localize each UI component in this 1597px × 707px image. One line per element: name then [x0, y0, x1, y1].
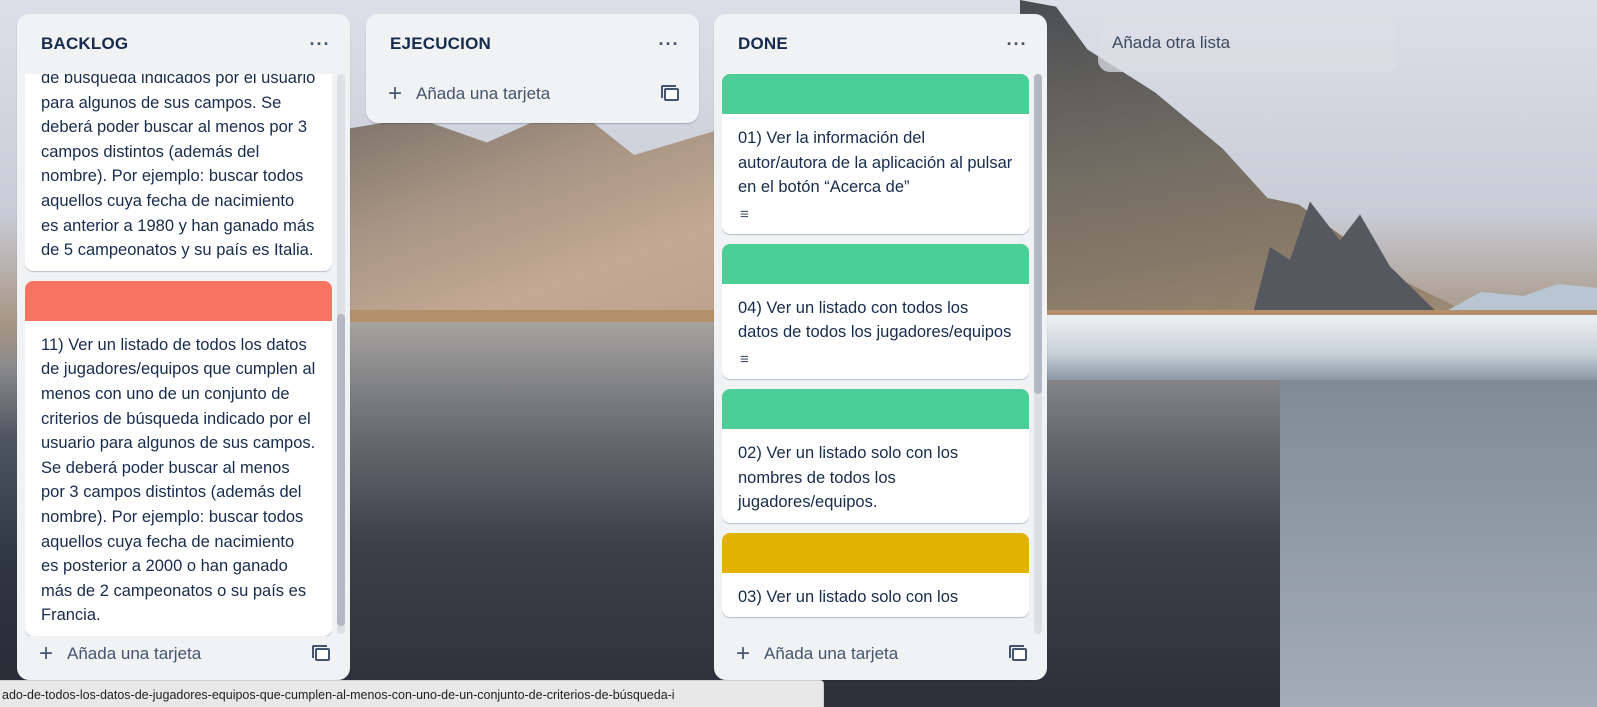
card[interactable]: 02) Ver un listado solo con los nombres … [722, 388, 1029, 523]
list-header: BACKLOG ··· [17, 14, 350, 74]
card-cover [25, 280, 332, 321]
card-title: de búsqueda indicados por el usuario par… [41, 74, 316, 260]
status-bar-url: ado-de-todos-los-datos-de-jugadores-equi… [0, 680, 824, 707]
card-title: 02) Ver un listado solo con los nombres … [738, 443, 959, 512]
card-cover [722, 532, 1029, 573]
add-card-label: Añada una tarjeta [764, 644, 899, 663]
list-backlog: BACKLOG ··· de búsqueda indicados por el… [17, 14, 350, 680]
card-template-icon[interactable] [1009, 645, 1029, 663]
card-template-icon[interactable] [312, 645, 332, 663]
more-dots-icon[interactable]: ··· [1001, 28, 1033, 60]
card[interactable]: 03) Ver un listado solo con los [722, 532, 1029, 618]
more-dots-icon[interactable]: ··· [304, 28, 336, 60]
plus-icon: + [38, 640, 53, 667]
scroll-thumb[interactable] [337, 314, 345, 626]
card-list: 01) Ver la información del autor/autora … [722, 74, 1029, 636]
card[interactable]: 01) Ver la información del autor/autora … [722, 74, 1029, 234]
card-cover [722, 243, 1029, 284]
list-title[interactable]: BACKLOG [41, 34, 128, 54]
scroll-thumb[interactable] [1034, 74, 1042, 394]
card-title: 04) Ver un listado con todos los datos d… [738, 298, 1012, 342]
add-card-button[interactable]: + Añada una tarjeta [374, 76, 691, 112]
add-card-button[interactable]: + Añada una tarjeta [722, 636, 1039, 672]
add-list-button[interactable]: Añada otra lista [1098, 14, 1397, 72]
card-list: de búsqueda indicados por el usuario par… [25, 74, 332, 636]
more-dots-icon[interactable]: ··· [653, 28, 685, 60]
description-lines-icon: ≡ [740, 205, 749, 223]
card[interactable]: 04) Ver un listado con todos los datos d… [722, 243, 1029, 379]
list-header: DONE ··· [714, 14, 1047, 74]
card-cover [722, 388, 1029, 429]
card-title: 01) Ver la información del autor/autora … [738, 129, 1013, 197]
list-done: DONE ··· 01) Ver la información del auto… [714, 14, 1047, 680]
description-lines-icon: ≡ [740, 350, 749, 368]
card-title: 03) Ver un listado solo con los [738, 587, 959, 606]
plus-icon: + [735, 640, 750, 667]
list-title[interactable]: EJECUCION [390, 34, 491, 54]
card-title: 11) Ver un listado de todos los datos de… [41, 335, 316, 625]
scrollbar[interactable] [1034, 74, 1042, 634]
plus-icon: + [387, 80, 402, 107]
add-card-label: Añada una tarjeta [67, 644, 202, 663]
scrollbar[interactable] [337, 74, 345, 634]
card[interactable]: de búsqueda indicados por el usuario par… [25, 74, 332, 271]
card[interactable]: 11) Ver un listado de todos los datos de… [25, 280, 332, 636]
list-header: EJECUCION ··· [366, 14, 699, 74]
add-card-button[interactable]: + Añada una tarjeta [25, 636, 342, 672]
list-ejecucion: EJECUCION ··· + Añada una tarjeta [366, 14, 699, 123]
add-list-label: Añada otra lista [1112, 33, 1231, 52]
list-title[interactable]: DONE [738, 34, 788, 54]
card-cover [722, 74, 1029, 114]
card-template-icon[interactable] [661, 85, 681, 103]
add-card-label: Añada una tarjeta [416, 84, 551, 103]
